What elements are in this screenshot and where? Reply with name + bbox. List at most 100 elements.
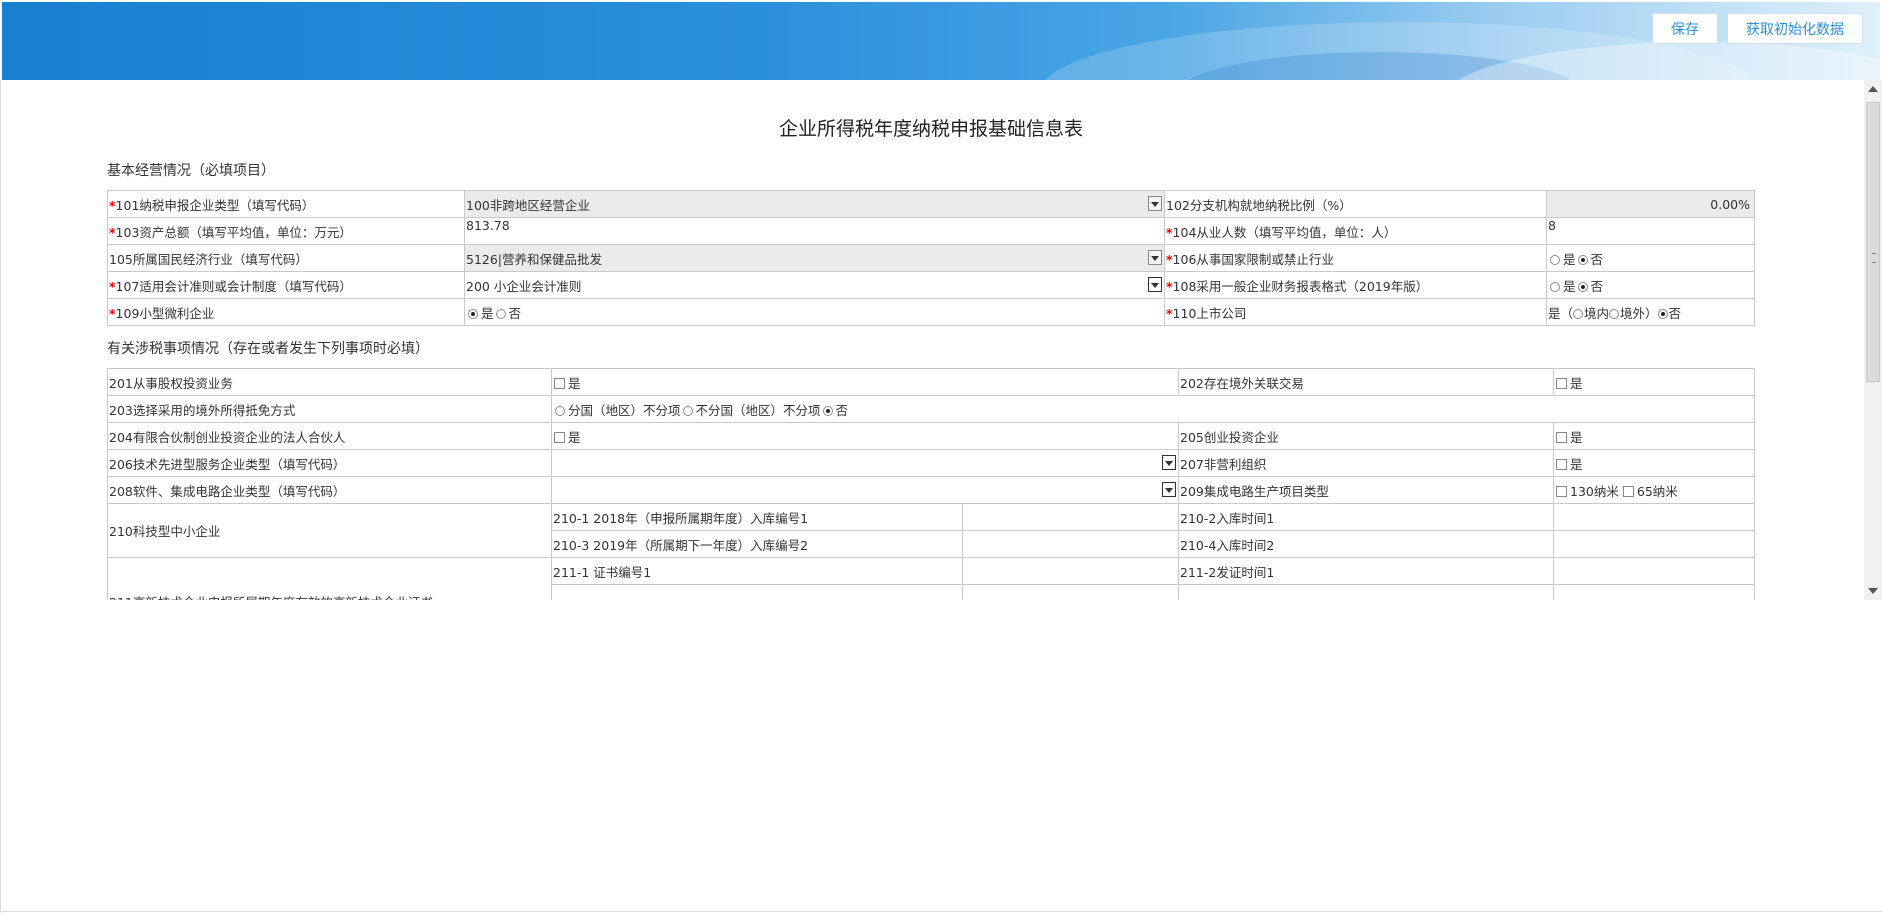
radio-label: 否 — [835, 402, 849, 418]
field-label: 211-1 证书编号1 — [551, 557, 963, 585]
get-init-data-button[interactable]: 获取初始化数据 — [1727, 13, 1863, 44]
field-label: *108采用一般企业财务报表格式（2019年版） — [1164, 271, 1547, 299]
field-label: *106从事国家限制或禁止行业 — [1164, 244, 1547, 272]
registration-number-1-input[interactable] — [961, 503, 1180, 531]
checkbox[interactable] — [1622, 485, 1634, 497]
chevron-down-icon[interactable] — [1148, 196, 1162, 211]
radio-label: 分国（地区）不分项 — [568, 402, 681, 418]
venture-investment-checkbox-cell: 是 — [1553, 422, 1756, 450]
small-micro-radio-group: 是否 — [464, 298, 1165, 326]
chevron-down-icon[interactable] — [1162, 482, 1177, 497]
table-row: *101纳税申报企业类型（填写代码） 100非跨地区经营企业 102分支机构就地… — [107, 190, 1755, 218]
radio-option[interactable] — [555, 405, 565, 416]
chevron-down-icon[interactable] — [1148, 250, 1162, 265]
scroll-down-icon[interactable] — [1868, 588, 1878, 594]
radio-label: 境内 — [1584, 305, 1610, 321]
field-label: *101纳税申报企业类型（填写代码） — [107, 190, 465, 218]
field-label: 206技术先进型服务企业类型（填写代码） — [107, 449, 552, 477]
radio-label: 是 — [481, 305, 494, 321]
radio-label: 是（ — [1548, 305, 1574, 321]
radio-no[interactable] — [1577, 254, 1588, 265]
report-format-radio-group: 是否 — [1546, 271, 1755, 299]
credit-method-radio-group: 分国（地区）不分项 不分国（地区）不分项否 — [550, 395, 1756, 423]
label-text: 107适用会计准则或会计制度（填写代码） — [115, 278, 352, 294]
software-ic-type-select[interactable] — [550, 476, 1180, 504]
field-label: 210-1 2018年（申报所属期年度）入库编号1 — [551, 503, 963, 531]
label-text: 105所属国民经济行业（填写代码） — [109, 251, 308, 267]
radio-label: 是 — [1563, 278, 1576, 294]
checkbox-label: 是 — [568, 429, 581, 445]
table-row: 206技术先进型服务企业类型（填写代码） 207非营利组织 是 — [107, 449, 1756, 477]
basic-info-table: *101纳税申报企业类型（填写代码） 100非跨地区经营企业 102分支机构就地… — [107, 190, 1755, 326]
label-text: 110上市公司 — [1172, 305, 1247, 321]
radio-yes[interactable] — [1550, 254, 1560, 265]
total-assets-input[interactable]: 813.78 — [464, 217, 1165, 245]
table-cell — [1178, 584, 1555, 600]
table-row: 208软件、集成电路企业类型（填写代码） 209集成电路生产项目类型 130纳米… — [107, 476, 1756, 504]
grip-icon — [1872, 253, 1876, 263]
employee-count-input[interactable]: 8 — [1546, 217, 1755, 245]
field-label: *103资产总额（填写平均值，单位：万元） — [107, 217, 465, 245]
registration-time-2-input[interactable] — [1553, 530, 1756, 558]
checkbox-label: 是 — [568, 375, 581, 391]
tech-service-type-select[interactable] — [550, 449, 1180, 477]
vertical-scrollbar[interactable] — [1864, 80, 1882, 600]
frame-border — [0, 911, 1882, 912]
checkbox-label: 是 — [1570, 429, 1583, 445]
field-label: *104从业人数（填写平均值，单位：人） — [1164, 217, 1547, 245]
select-value: 100非跨地区经营企业 — [466, 197, 590, 213]
checkbox[interactable] — [554, 431, 565, 443]
radio-no[interactable] — [822, 405, 833, 416]
registration-number-2-input[interactable] — [961, 530, 1180, 558]
industry-select[interactable]: 5126|营养和保健品批发 — [464, 244, 1165, 272]
select-value: 5126|营养和保健品批发 — [466, 251, 603, 267]
table-cell[interactable] — [961, 584, 1180, 600]
table-cell[interactable] — [1553, 584, 1756, 600]
table-row: 105所属国民经济行业（填写代码） 5126|营养和保健品批发 *106从事国家… — [107, 244, 1755, 272]
radio-yes[interactable] — [1550, 281, 1560, 292]
tax-matters-table: 201从事股权投资业务 是 202存在境外关联交易 是 203选择采用的境外所得… — [107, 368, 1756, 600]
radio-domestic[interactable] — [1573, 308, 1584, 319]
radio-overseas[interactable] — [1609, 308, 1620, 319]
radio-yes[interactable] — [468, 308, 478, 319]
radio-label: 否 — [1590, 278, 1604, 294]
label-text: 104从业人数（填写平均值，单位：人） — [1172, 224, 1397, 240]
checkbox[interactable] — [1556, 431, 1568, 443]
label-text: 101纳税申报企业类型（填写代码） — [115, 197, 315, 213]
save-button[interactable]: 保存 — [1652, 13, 1718, 44]
checkbox-label: 是 — [1570, 375, 1583, 391]
label-text: 109小型微利企业 — [115, 305, 215, 321]
chevron-down-icon[interactable] — [1148, 277, 1162, 292]
certificate-number-1-input[interactable] — [961, 557, 1180, 585]
radio-option[interactable] — [682, 405, 693, 416]
field-label: 210-4入库时间2 — [1178, 530, 1555, 558]
section-tax-matters-heading: 有关涉税事项情况（存在或者发生下列事项时必填） — [107, 341, 429, 357]
radio-no[interactable] — [1657, 308, 1668, 319]
registration-time-1-input[interactable] — [1553, 503, 1756, 531]
checkbox[interactable] — [1556, 377, 1568, 389]
chevron-down-icon[interactable] — [1162, 455, 1177, 470]
field-label: 202存在境外关联交易 — [1178, 368, 1555, 396]
radio-label: 否 — [508, 305, 522, 321]
checkbox[interactable] — [1556, 458, 1568, 470]
radio-no[interactable] — [495, 308, 506, 319]
accounting-standard-select[interactable]: 200 小企业会计准则 — [464, 271, 1165, 299]
field-label: 205创业投资企业 — [1178, 422, 1555, 450]
field-label: 211高新技术企业申报所属期年度有效的高新技术企业证书 — [107, 557, 552, 600]
field-label: 105所属国民经济行业（填写代码） — [107, 244, 465, 272]
scroll-up-icon[interactable] — [1868, 86, 1878, 92]
restricted-industry-radio-group: 是否 — [1546, 244, 1755, 272]
table-row: 204有限合伙制创业投资企业的法人合伙人 是 205创业投资企业 是 — [107, 422, 1756, 450]
page-title: 企业所得税年度纳税申报基础信息表 — [778, 118, 1083, 140]
table-row: 203选择采用的境外所得抵免方式 分国（地区）不分项 不分国（地区）不分项否 — [107, 395, 1756, 423]
table-row: *103资产总额（填写平均值，单位：万元） 813.78 *104从业人数（填写… — [107, 217, 1755, 245]
radio-no[interactable] — [1577, 281, 1588, 292]
checkbox[interactable] — [1556, 485, 1568, 497]
listed-company-radio-group: 是（ 境内 境外） 否 — [1546, 298, 1755, 326]
field-label: *110上市公司 — [1164, 298, 1547, 326]
scrollbar-thumb[interactable] — [1866, 102, 1880, 382]
enterprise-type-select[interactable]: 100非跨地区经营企业 — [464, 190, 1165, 218]
checkbox[interactable] — [554, 377, 565, 389]
certificate-date-1-input[interactable] — [1553, 557, 1756, 585]
field-label: 211-2发证时间1 — [1178, 557, 1555, 585]
